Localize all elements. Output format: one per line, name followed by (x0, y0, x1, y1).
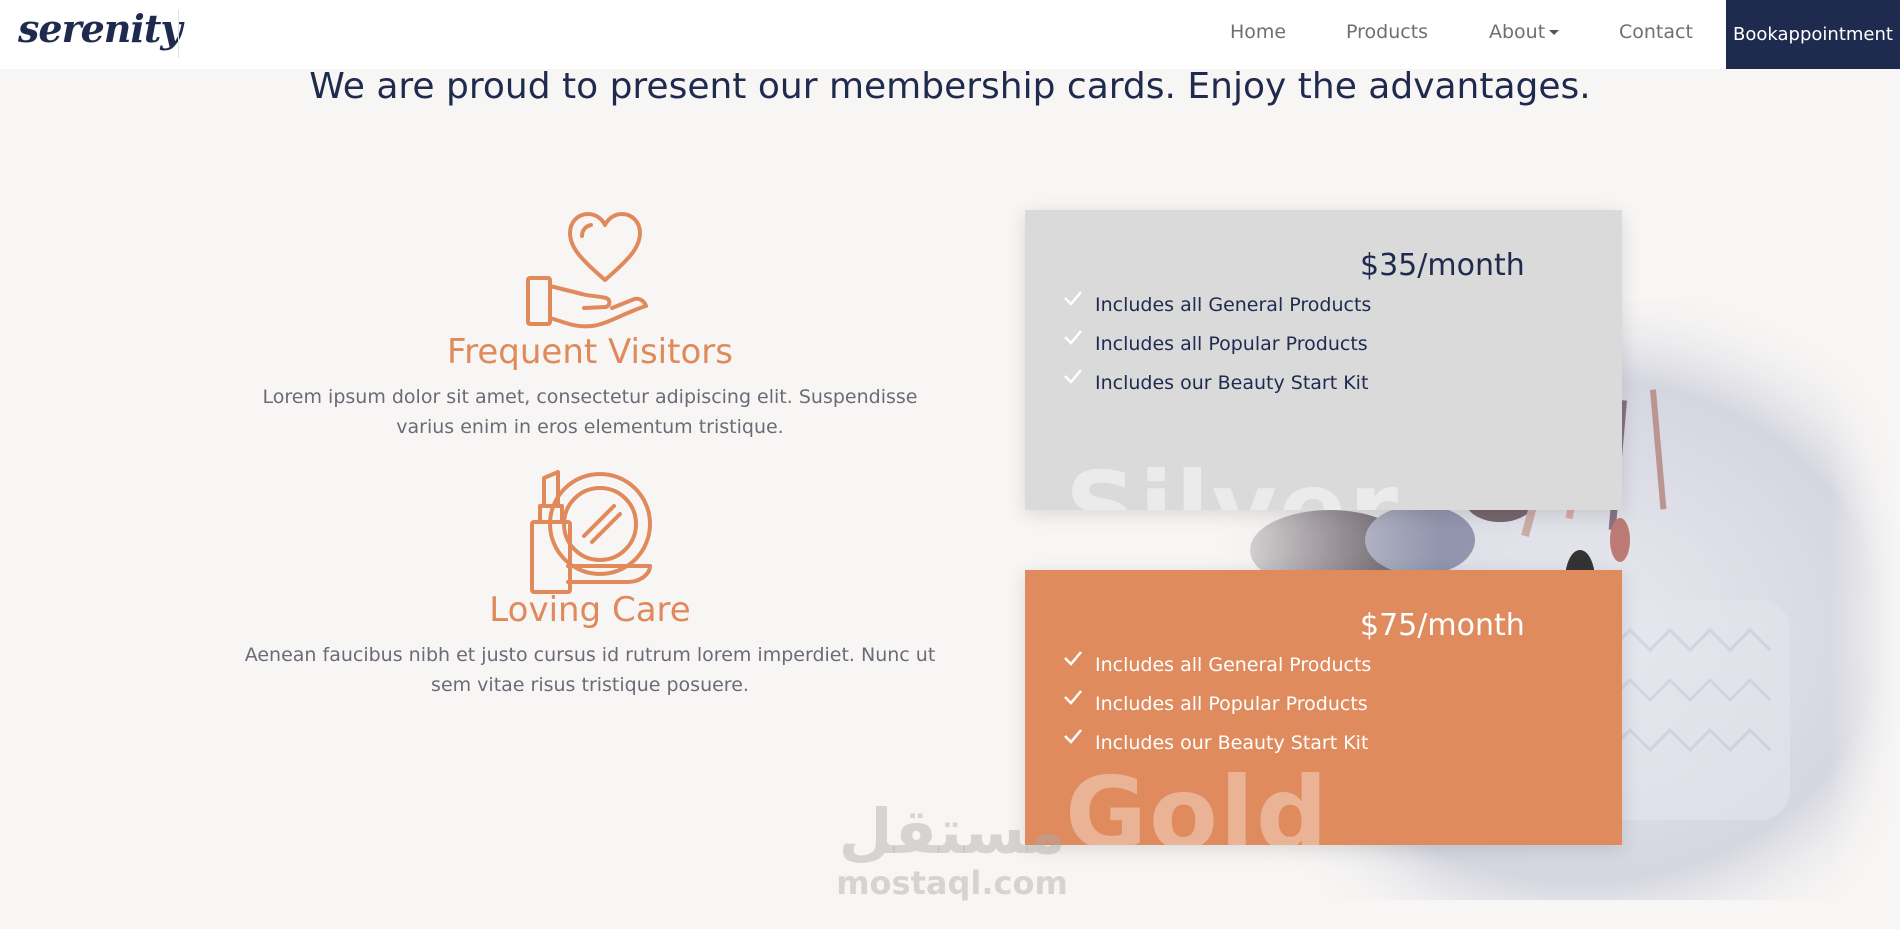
nav-about-label: About (1489, 21, 1546, 43)
page-headline: We are proud to present our membership c… (309, 66, 1591, 107)
check-icon (1064, 651, 1082, 666)
check-icon (1064, 330, 1082, 345)
perk-label: Includes all General Products (1095, 294, 1372, 316)
plan-name-watermark: Gold (1065, 755, 1330, 845)
check-icon (1064, 690, 1082, 705)
feature-frequent-visitors: Frequent Visitors Lorem ipsum dolor sit … (240, 332, 940, 442)
feature-text-line: varius enim in eros elementum tristique. (396, 416, 784, 438)
nav-home-link[interactable]: Home (1230, 21, 1286, 43)
chevron-down-icon (1549, 30, 1560, 35)
feature-title: Frequent Visitors (447, 332, 733, 372)
gold-plan-card[interactable]: Gold $75/month Includes all General Prod… (1025, 570, 1622, 845)
plan-name-watermark: Silver (1065, 450, 1400, 510)
nav-products-link[interactable]: Products (1346, 21, 1428, 43)
plan-perks-list: Includes all General Products Includes a… (1063, 290, 1383, 407)
perk-item: Includes our Beauty Start Kit (1063, 728, 1383, 758)
check-icon (1064, 369, 1082, 384)
plan-price: $75/month (1360, 608, 1525, 643)
mostaql-watermark: مستقل mostaql.com (832, 795, 1072, 903)
check-icon (1064, 729, 1082, 744)
perk-label: Includes all General Products (1095, 654, 1372, 676)
book-appointment-button[interactable]: Bookappointment (1726, 0, 1900, 69)
perk-item: Includes all General Products (1063, 650, 1383, 680)
perk-label: Includes our Beauty Start Kit (1095, 372, 1369, 394)
check-icon (1064, 291, 1082, 306)
nav-contact-link[interactable]: Contact (1619, 21, 1693, 43)
perk-item: Includes all Popular Products (1063, 689, 1383, 719)
perk-label: Includes all Popular Products (1095, 693, 1368, 715)
logo[interactable]: serenity (18, 6, 182, 51)
watermark-latin: mostaql.com (836, 864, 1068, 902)
perk-label: Includes all Popular Products (1095, 333, 1368, 355)
watermark-arabic: مستقل (838, 795, 1066, 868)
feature-description: Lorem ipsum dolor sit amet, consectetur … (240, 382, 940, 442)
feature-description: Aenean faucibus nibh et justo cursus id … (240, 640, 940, 700)
feature-text-line: Aenean faucibus nibh et justo cursus id … (244, 644, 936, 666)
navbar: serenity Home Products About Contact Boo… (0, 0, 1900, 69)
perk-item: Includes all General Products (1063, 290, 1383, 320)
silver-plan-card[interactable]: Silver $35/month Includes all General Pr… (1025, 210, 1622, 510)
logo-divider (178, 10, 179, 58)
heart-hand-icon (522, 208, 652, 342)
feature-text-line: sem vitae risus tristique posuere. (431, 674, 749, 696)
feature-title: Loving Care (489, 590, 691, 630)
feature-text-line: Lorem ipsum dolor sit amet, consectetur … (262, 386, 918, 408)
nav-about-dropdown[interactable]: About (1489, 21, 1560, 43)
perk-label: Includes our Beauty Start Kit (1095, 732, 1369, 754)
plan-price: $35/month (1360, 248, 1525, 283)
plan-perks-list: Includes all General Products Includes a… (1063, 650, 1383, 767)
perk-item: Includes all Popular Products (1063, 329, 1383, 359)
perk-item: Includes our Beauty Start Kit (1063, 368, 1383, 398)
feature-loving-care: Loving Care Aenean faucibus nibh et just… (240, 590, 940, 700)
lipstick-mirror-icon (528, 466, 653, 600)
